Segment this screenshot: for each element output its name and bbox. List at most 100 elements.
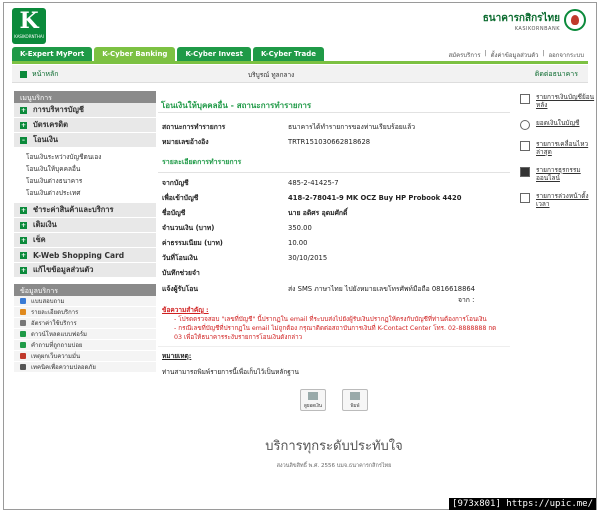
balance-icon xyxy=(308,391,318,400)
statement-icon xyxy=(520,94,530,104)
header-rule xyxy=(12,61,588,64)
quick-link-recent-activity[interactable]: รายการเคลื่อนไหวล่าสุด xyxy=(520,140,596,156)
menu-item-label: บัตรเครดิต xyxy=(33,120,69,129)
bank-name-english: KASIKORNBANK xyxy=(514,26,560,32)
plus-icon: + xyxy=(20,236,27,244)
memo-row: บันทึกช่วยจำ xyxy=(158,265,510,280)
notify-row: แจ้งผู้รับโอน ส่ง SMS ภาษาไทย ไปยังหมายเ… xyxy=(158,280,510,305)
logout-link[interactable]: ออกจากระบบ xyxy=(549,50,584,60)
quick-link-label: รายการธุรกรรมออนไลน์ xyxy=(536,166,581,182)
page-title: โอนเงินให้บุคคลอื่น - สถานะการทำรายการ xyxy=(158,91,510,113)
note-line-2: - กรณีเลขที่บัญชีที่ปรากฏใน email ไม่ถูก… xyxy=(174,325,497,341)
menu-item-transfer[interactable]: – โอนเงิน xyxy=(14,133,156,148)
fee-value: 10.00 xyxy=(288,238,308,247)
home-link[interactable]: หน้าหลัก xyxy=(20,69,58,80)
transfer-date-value: 30/10/2015 xyxy=(288,253,328,262)
menu-item-edit-profile[interactable]: + แก้ไขข้อมูลส่วนตัว xyxy=(14,263,156,278)
product-tabs: K-Expert MyPort K-Cyber Banking K-Cyber … xyxy=(12,47,324,61)
main-content: โอนเงินให้บุคคลอื่น - สถานะการทำรายการ ส… xyxy=(158,91,510,470)
question-icon xyxy=(20,342,26,348)
menu-item-bill-payment[interactable]: + ชำระค่าสินค้าและบริการ xyxy=(14,203,156,218)
important-note: ข้อความสำคัญ : - โปรดตรวจสอบ "เลขที่บัญช… xyxy=(158,302,510,346)
bank-emblem-icon xyxy=(564,9,586,31)
download-icon xyxy=(20,331,26,337)
account-name-row: ชื่อบัญชี นาย อดิศร อุดมศักดิ์ xyxy=(158,205,510,220)
menu-item-label: เติมเงิน xyxy=(33,220,57,229)
printer-icon xyxy=(350,391,360,400)
menu-item-cheque[interactable]: + เช็ค xyxy=(14,233,156,248)
quick-link-online-transactions[interactable]: รายการธุรกรรมออนไลน์ xyxy=(520,166,596,182)
menu-item-k-web-shopping[interactable]: + K-Web Shopping Card xyxy=(14,248,156,263)
kasikorn-logo[interactable]: K KASIKORNTHAI xyxy=(12,8,46,44)
service-security-web[interactable]: เหตุผกเว็บความมั่น xyxy=(14,351,156,362)
slogan: บริการทุกระดับประทับใจ xyxy=(265,439,403,454)
quick-link-label: รายการเคลื่อนไหวล่าสุด xyxy=(536,140,589,156)
transfer-date-row: วันที่โอนเงิน 30/10/2015 xyxy=(158,250,510,265)
home-label: หน้าหลัก xyxy=(32,70,59,78)
quick-link-scheduled[interactable]: รายการล่วงหน้าตั้งเวลา xyxy=(520,192,596,208)
plus-icon: + xyxy=(20,266,27,274)
service-download-forms[interactable]: ดาวน์โหลดแบบฟอร์ม xyxy=(14,329,156,340)
service-label: ดาวน์โหลดแบบฟอร์ม xyxy=(31,331,88,338)
remark: หมายเหตุ: ท่านสามารถพิมพ์รายการนี้เพื่อเ… xyxy=(158,346,510,381)
quick-link-label: รายการเงินบัญชีย้อนหลัง xyxy=(536,93,595,109)
quick-link-past-statements[interactable]: รายการเงินบัญชีย้อนหลัง xyxy=(520,93,596,109)
service-label: เทคนิคเพื่อความปลอดภัย xyxy=(31,364,96,371)
action-buttons: ดูยอดเงิน พิมพ์ xyxy=(158,389,510,411)
from-account-value: 485-2-41425-7 xyxy=(288,178,339,187)
plus-icon: + xyxy=(20,106,27,114)
to-account-row: เพื่อเข้าบัญชี 418-2-78041-9 MK OCZ Buy … xyxy=(158,190,510,205)
service-faq[interactable]: คำถามที่ถูกถามบ่อย xyxy=(14,340,156,351)
survey-icon xyxy=(20,298,26,304)
notify-value: ส่ง SMS ภาษาไทย ไปยังหมายเลขโทรศัพท์มือถ… xyxy=(288,285,476,293)
transfer-submenu: โอนเงินระหว่างบัญชีตนเอง โอนเงินให้บุคคล… xyxy=(14,148,156,203)
notify-value-wrap: ส่ง SMS ภาษาไทย ไปยังหมายเลขโทรศัพท์มือถ… xyxy=(288,283,475,305)
tab-k-cyber-banking[interactable]: K-Cyber Banking xyxy=(94,47,176,61)
logo-mark: K xyxy=(19,8,39,34)
service-label: คำถามที่ถูกถามบ่อย xyxy=(31,342,83,349)
amount-row: จำนวนเงิน (บาท) 350.00 xyxy=(158,220,510,235)
tab-k-cyber-invest[interactable]: K-Cyber Invest xyxy=(177,47,251,61)
menu-item-label: การบริหารบัญชี xyxy=(33,105,84,114)
menu-item-top-up[interactable]: + เติมเงิน xyxy=(14,218,156,233)
service-label: รายละเอียดบริการ xyxy=(31,309,79,316)
menu-item-credit-card[interactable]: + บัตรเครดิต xyxy=(14,118,156,133)
menu-item-label: แก้ไขข้อมูลส่วนตัว xyxy=(33,265,94,274)
reference-value: TRTR151030662818628 xyxy=(288,137,371,146)
list-icon xyxy=(520,141,530,151)
bank-name: ธนาคารกสิกรไทย KASIKORNBANK xyxy=(483,11,560,32)
profile-settings-link[interactable]: ตั้งค่าข้อมูลส่วนตัว xyxy=(491,50,539,60)
submenu-overseas[interactable]: โอนเงินต่างประเทศ xyxy=(26,187,146,199)
quick-link-balance[interactable]: ยอดเงินในบัญชี xyxy=(520,119,596,130)
menu-item-account-management[interactable]: + การบริหารบัญชี xyxy=(14,103,156,118)
submenu-own-account[interactable]: โอนเงินระหว่างบัญชีตนเอง xyxy=(26,151,146,163)
account-name-value: นาย อดิศร อุดมศักดิ์ xyxy=(288,209,348,217)
fee-row: ค่าธรรมเนียม (บาท) 10.00 xyxy=(158,235,510,250)
contact-bank-link[interactable]: ติดต่อธนาคาร xyxy=(535,69,578,80)
print-button[interactable]: พิมพ์ xyxy=(342,389,368,411)
note-line-1: - โปรดตรวจสอบ "เลขที่บัญชี" นี้ปรากฏใน e… xyxy=(174,316,487,323)
plus-icon: + xyxy=(20,206,27,214)
notify-label: แจ้งผู้รับโอน xyxy=(162,285,199,293)
transfer-date-label: วันที่โอนเงิน xyxy=(162,254,198,262)
submenu-other-bank[interactable]: โอนเงินต่างธนาคาร xyxy=(26,175,146,187)
check-balance-button[interactable]: ดูยอดเงิน xyxy=(300,389,326,411)
service-label: แบบสอบถาม xyxy=(31,298,65,305)
remark-text: ท่านสามารถพิมพ์รายการนี้เพื่อเก็บไว้เป็น… xyxy=(162,368,299,376)
service-survey[interactable]: แบบสอบถาม xyxy=(14,296,156,307)
service-details[interactable]: รายละเอียดบริการ xyxy=(14,307,156,318)
submenu-other-person[interactable]: โอนเงินให้บุคคลอื่น xyxy=(26,163,146,175)
image-watermark: [973x801] https://upic.me/ xyxy=(449,498,596,510)
plus-icon: + xyxy=(20,251,27,259)
tab-k-expert-myport[interactable]: K-Expert MyPort xyxy=(12,47,93,61)
register-link[interactable]: สมัครบริการ xyxy=(448,50,480,60)
account-name-label: ชื่อบัญชี xyxy=(162,209,186,217)
lock-icon xyxy=(20,364,26,370)
shield-icon xyxy=(20,353,26,359)
reference-label: หมายเลขอ้างอิง xyxy=(162,138,209,146)
from-account-row: จากบัญชี 485-2-41425-7 xyxy=(158,175,510,190)
notify-from: จาก : xyxy=(458,296,475,304)
tab-k-cyber-trade[interactable]: K-Cyber Trade xyxy=(252,47,324,61)
service-security-tips[interactable]: เทคนิคเพื่อความปลอดภัย xyxy=(14,362,156,373)
service-fees[interactable]: อัตราค่าใช้บริการ xyxy=(14,318,156,329)
